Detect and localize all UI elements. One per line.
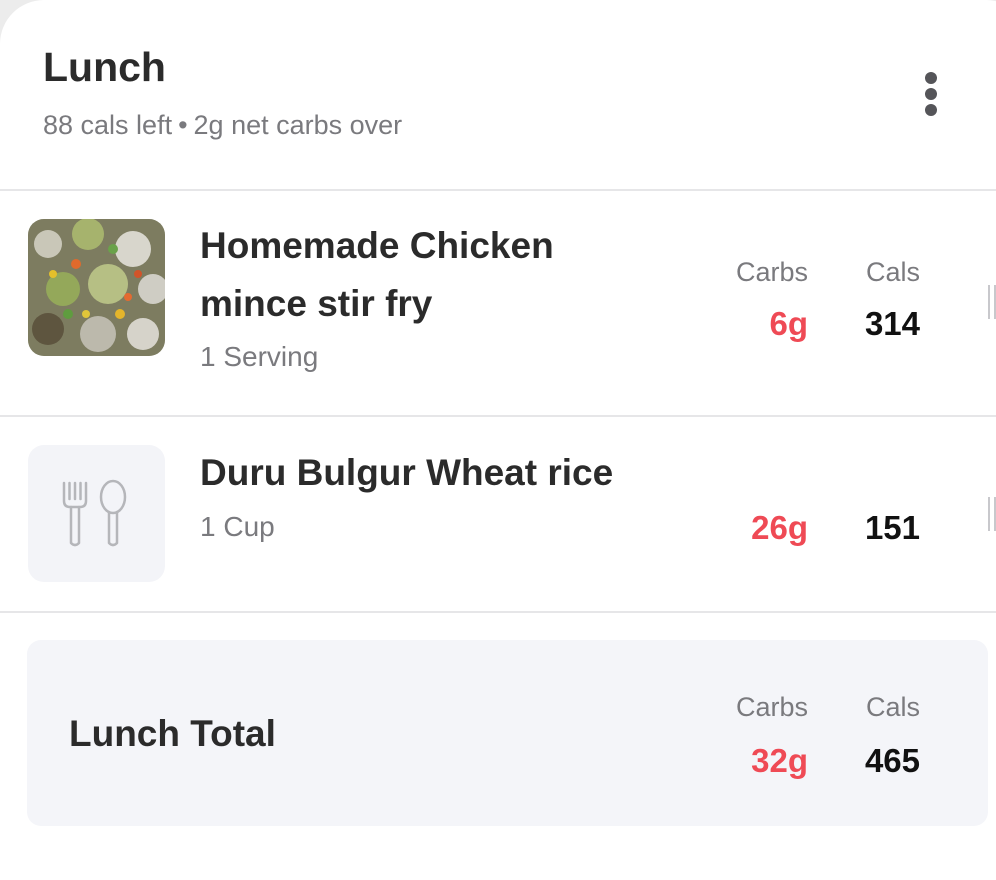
total-cals-value: 465 (864, 742, 920, 779)
carbs-value: 6g (769, 305, 808, 342)
food-photo (28, 219, 165, 356)
meal-card: Lunch 88 cals left • 2g net carbs over H… (0, 0, 996, 880)
serving-size: 1 Cup (200, 511, 275, 542)
more-options-button[interactable] (906, 66, 956, 122)
cals-value: 314 (864, 305, 920, 342)
food-placeholder (28, 445, 165, 582)
more-dot-icon (925, 104, 937, 116)
carbs-column-label: Carbs (735, 257, 808, 287)
food-name: Duru Bulgur Wheat rice (200, 452, 614, 493)
food-name: Homemade Chicken mince stir fry (200, 225, 554, 324)
food-item[interactable]: Duru Bulgur Wheat rice 1 Cup 26g 151 (0, 417, 996, 613)
food-item[interactable]: Homemade Chicken mince stir fry 1 Servin… (0, 191, 996, 417)
summary-separator: • (178, 110, 188, 140)
serving-size: 1 Serving (200, 341, 319, 372)
fork-spoon-icon (62, 479, 127, 547)
total-carbs-value: 32g (751, 742, 808, 779)
cals-value: 151 (864, 509, 920, 546)
drag-handle-icon[interactable] (988, 285, 996, 319)
net-carbs-text: 2g net carbs over (193, 110, 403, 140)
cals-column-label: Cals (865, 692, 920, 722)
carbs-column-label: Carbs (735, 692, 808, 722)
more-dot-icon (925, 72, 937, 84)
meal-summary: 88 cals left • 2g net carbs over (43, 110, 402, 141)
meal-total: Lunch Total Carbs Cals 32g 465 (27, 640, 988, 826)
cals-column-label: Cals (865, 257, 920, 287)
meal-header: Lunch 88 cals left • 2g net carbs over (0, 0, 996, 191)
carbs-value: 26g (751, 509, 808, 546)
cals-left-text: 88 cals left (43, 110, 173, 140)
food-photo-image (28, 219, 165, 356)
meal-title: Lunch (43, 44, 166, 90)
more-dot-icon (925, 88, 937, 100)
drag-handle-icon[interactable] (988, 497, 996, 531)
total-label: Lunch Total (69, 713, 276, 754)
